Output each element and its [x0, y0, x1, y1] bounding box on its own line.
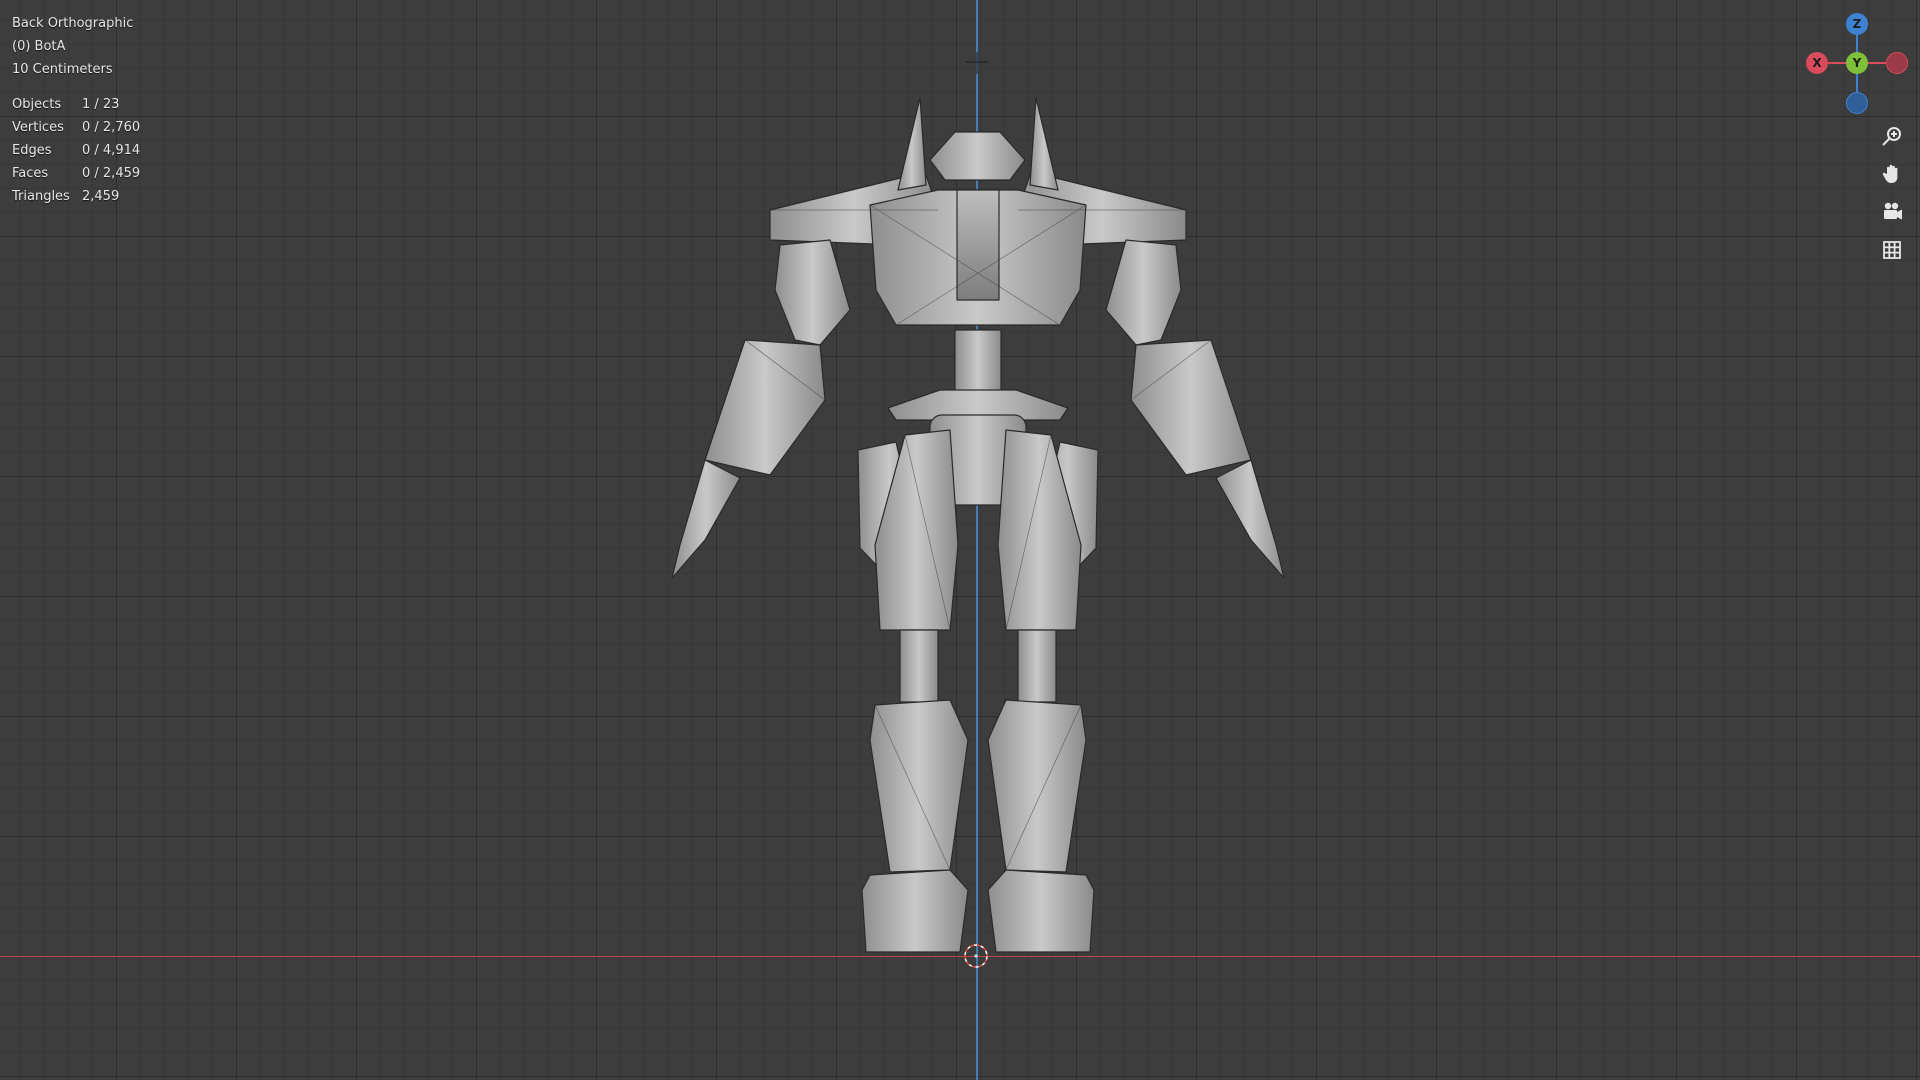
right-claw: [1215, 459, 1285, 579]
right-foot: [987, 869, 1095, 953]
stat-label: Triangles: [12, 189, 70, 204]
grid-ortho-icon: [1883, 241, 1901, 259]
navigation-tools: [1874, 118, 1910, 270]
3d-cursor: [964, 944, 988, 968]
left-forearm: [704, 339, 826, 476]
stat-label: Vertices: [12, 120, 64, 135]
collection-object: (0) BotA: [12, 39, 66, 54]
zoom-icon: [1882, 127, 1901, 146]
stat-value: 0 / 2,459: [82, 166, 141, 181]
right-upper-arm: [1105, 239, 1182, 346]
stat-label: Faces: [12, 166, 49, 181]
stat-label: Edges: [12, 143, 52, 158]
stat-row: Triangles 2,459: [12, 185, 140, 208]
gizmo-y-positive[interactable]: Y: [1846, 52, 1868, 74]
zoom-button[interactable]: [1874, 118, 1910, 154]
stat-row: Faces 0 / 2,459: [12, 162, 140, 185]
right-horn: [1029, 97, 1059, 191]
neck-column: [956, 189, 1000, 301]
stat-row: Edges 0 / 4,914: [12, 139, 140, 162]
stat-row: Objects 1 / 23: [12, 93, 140, 116]
left-horn: [897, 97, 927, 191]
left-upper-arm: [774, 239, 851, 346]
gizmo-z-label: Z: [1852, 17, 1862, 31]
camera-icon: [1884, 202, 1902, 220]
pan-button[interactable]: [1874, 156, 1910, 192]
gizmo-z-negative[interactable]: [1846, 92, 1868, 114]
right-forearm: [1130, 339, 1252, 476]
gizmo-x-label: X: [1812, 56, 1822, 70]
stat-row: Vertices 0 / 2,760: [12, 116, 140, 139]
view-crosshair: [966, 52, 988, 74]
stat-value: 0 / 4,914: [82, 143, 141, 158]
navigation-gizmo[interactable]: Z X Y: [1800, 8, 1910, 118]
stat-label: Objects: [12, 97, 62, 112]
left-foot: [861, 869, 969, 953]
ortho-toggle-button[interactable]: [1874, 232, 1910, 268]
robot-mesh-model[interactable]: [0, 0, 1920, 1080]
view-name: Back Orthographic: [12, 16, 134, 31]
gizmo-x-positive[interactable]: X: [1806, 52, 1828, 74]
head: [929, 131, 1026, 181]
gizmo-z-positive[interactable]: Z: [1846, 13, 1868, 35]
stat-value: 0 / 2,760: [82, 120, 141, 135]
stat-value: 2,459: [82, 189, 120, 204]
stat-value: 1 / 23: [82, 97, 120, 112]
viewport-info-overlay: Back Orthographic (0) BotA 10 Centimeter…: [12, 12, 140, 208]
scene-statistics: Objects 1 / 23 Vertices 0 / 2,760 Edges …: [12, 93, 140, 208]
gizmo-y-label: Y: [1852, 56, 1862, 70]
left-knee: [899, 629, 939, 703]
left-claw: [671, 459, 741, 579]
gizmo-x-negative[interactable]: [1886, 52, 1908, 74]
right-knee: [1017, 629, 1057, 703]
grid-scale: 10 Centimeters: [12, 62, 113, 77]
camera-view-button[interactable]: [1874, 194, 1910, 230]
hand-pan-icon: [1882, 164, 1898, 183]
3d-viewport[interactable]: Back Orthographic (0) BotA 10 Centimeter…: [0, 0, 1920, 1080]
